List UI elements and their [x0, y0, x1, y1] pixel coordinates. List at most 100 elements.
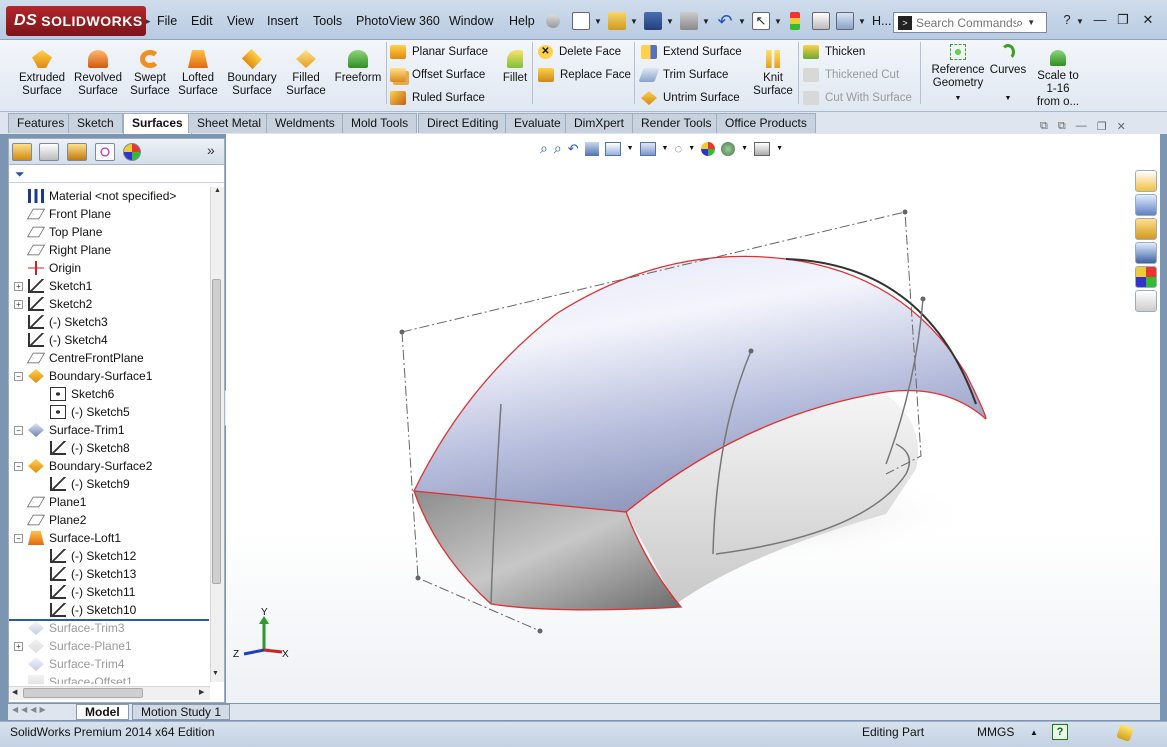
feature-tree-item[interactable]: Material <not specified>	[9, 187, 209, 205]
menu-insert[interactable]: Insert	[267, 14, 298, 28]
feature-tree-item[interactable]: (-) Sketch8	[9, 439, 209, 457]
minimize-window-icon[interactable]: —	[1090, 12, 1110, 30]
rebuild-traffic-light-icon[interactable]	[790, 12, 800, 30]
search-dropdown-icon[interactable]: ▼	[1027, 18, 1035, 27]
close-window-icon[interactable]: ✕	[1138, 12, 1158, 30]
view-palette-icon[interactable]	[1135, 242, 1157, 264]
new-document-icon[interactable]	[572, 12, 590, 30]
help-icon[interactable]: ?	[1057, 12, 1077, 30]
mouse-surface-model[interactable]	[399, 209, 987, 634]
feature-tree-item[interactable]: − Surface-Loft1	[9, 529, 209, 547]
lofted-surface-button[interactable]: Lofted Surface	[170, 50, 226, 98]
extruded-surface-button[interactable]: Extruded Surface	[14, 50, 70, 98]
print-dropdown-icon[interactable]: ▼	[702, 17, 710, 26]
delete-face-button[interactable]: ✕ Delete Face	[538, 43, 631, 61]
offset-surface-button[interactable]: Offset Surface	[390, 66, 488, 84]
feature-tree-item[interactable]: Sketch6	[9, 385, 209, 403]
feature-tree-item[interactable]: Front Plane	[9, 205, 209, 223]
feature-tree-item[interactable]: (-) Sketch9	[9, 475, 209, 493]
menu-file[interactable]: File	[157, 14, 177, 28]
select-dropdown-icon[interactable]: ▼	[774, 17, 782, 26]
options-icon[interactable]	[836, 12, 854, 30]
tree-expander-icon[interactable]: −	[14, 461, 23, 471]
tree-expander-icon[interactable]: −	[14, 425, 23, 435]
feature-tree-item[interactable]: (-) Sketch13	[9, 565, 209, 583]
filled-surface-button[interactable]: Filled Surface	[278, 50, 334, 98]
untrim-surface-button[interactable]: Untrim Surface	[641, 89, 742, 107]
feature-tree-item[interactable]: + Surface-Plane1	[9, 637, 209, 655]
feature-tree-item[interactable]: Surface-Trim3	[9, 619, 209, 637]
tab-scroll-arrows-icon[interactable]: ◀◀◀▶	[12, 705, 49, 714]
tree-expander-icon[interactable]: −	[14, 371, 23, 381]
save-dropdown-icon[interactable]: ▼	[666, 17, 674, 26]
planar-surface-button[interactable]: Planar Surface	[390, 43, 488, 61]
scroll-left-icon[interactable]: ◀	[12, 688, 17, 696]
trim-surface-button[interactable]: Trim Surface	[638, 66, 742, 84]
property-manager-tab-icon[interactable]	[39, 143, 59, 161]
reference-geometry-button[interactable]: Reference Geometry ▼	[928, 44, 988, 105]
restore-window-icon[interactable]: ❐	[1113, 12, 1133, 30]
rollback-bar[interactable]	[9, 619, 209, 621]
feature-tree-item[interactable]: − Surface-Trim1	[9, 421, 209, 439]
open-folder-icon[interactable]	[608, 12, 626, 30]
curves-dropdown-icon[interactable]: ▼	[986, 92, 1030, 105]
viewport-option-1-icon[interactable]: ⧉	[1040, 120, 1048, 133]
scroll-right-icon[interactable]: ▶	[199, 688, 204, 696]
thickened-cut-button[interactable]: Thickened Cut	[803, 66, 912, 84]
logo-arrow-icon[interactable]: ▸	[146, 6, 154, 36]
scroll-up-icon[interactable]: ▲	[211, 187, 224, 194]
tab-features[interactable]: Features	[8, 113, 74, 133]
filter-icon[interactable]: ⏷	[15, 167, 25, 182]
freeform-button[interactable]: Freeform	[330, 50, 386, 85]
display-manager-tab-icon[interactable]	[123, 143, 141, 161]
fillet-button[interactable]: Fillet	[498, 50, 532, 85]
tree-filter-bar[interactable]: ⏷	[9, 166, 224, 183]
tab-render-tools[interactable]: Render Tools	[632, 113, 721, 133]
custom-properties-icon[interactable]	[1135, 290, 1157, 312]
tree-scroll-thumb[interactable]	[212, 279, 221, 584]
new-dropdown-icon[interactable]: ▼	[594, 17, 602, 26]
feature-tree-item[interactable]: + Sketch2	[9, 295, 209, 313]
menu-window[interactable]: Window	[449, 14, 493, 28]
tab-sketch[interactable]: Sketch	[68, 113, 123, 133]
scale-macro-button[interactable]: Scale to 1-16 from o...	[1030, 50, 1086, 109]
feature-tree-item[interactable]: Right Plane	[9, 241, 209, 259]
tab-surfaces[interactable]: Surfaces	[123, 113, 192, 134]
feature-tree-item[interactable]: (-) Sketch3	[9, 313, 209, 331]
revolved-surface-button[interactable]: Revolved Surface	[70, 50, 126, 98]
tree-expander-icon[interactable]: −	[14, 533, 23, 543]
save-icon[interactable]	[644, 12, 662, 30]
boundary-surface-button[interactable]: Boundary Surface	[224, 48, 280, 98]
tree-hscroll-thumb[interactable]	[23, 688, 143, 698]
dimxpert-manager-tab-icon[interactable]	[95, 143, 115, 161]
tab-model[interactable]: Model	[76, 704, 129, 720]
feature-tree-item[interactable]: Plane2	[9, 511, 209, 529]
tab-office-products[interactable]: Office Products	[716, 113, 816, 133]
tree-expander-icon[interactable]: +	[14, 281, 23, 291]
undo-dropdown-icon[interactable]: ▼	[738, 17, 746, 26]
ruled-surface-button[interactable]: Ruled Surface	[390, 89, 488, 107]
viewport-close-icon[interactable]: ✕	[1117, 120, 1126, 133]
search-icon[interactable]: ⌕	[1016, 15, 1023, 31]
home-icon[interactable]	[1135, 170, 1157, 192]
tree-expander-icon[interactable]: +	[14, 299, 23, 309]
menu-view[interactable]: View	[227, 14, 254, 28]
menu-edit[interactable]: Edit	[191, 14, 213, 28]
search-commands-box[interactable]: > ⌕ ▼	[893, 12, 1047, 33]
tab-dimxpert[interactable]: DimXpert	[565, 113, 634, 133]
tab-sheet-metal[interactable]: Sheet Metal	[188, 113, 271, 133]
feature-tree-item[interactable]: (-) Sketch11	[9, 583, 209, 601]
file-properties-icon[interactable]	[812, 12, 830, 30]
tab-weldments[interactable]: Weldments	[266, 113, 344, 133]
viewport-option-2-icon[interactable]: ⧉	[1058, 120, 1066, 133]
print-icon[interactable]	[680, 12, 698, 30]
viewport-minimize-icon[interactable]: —	[1076, 120, 1087, 133]
feature-tree-item[interactable]: + Sketch1	[9, 277, 209, 295]
tree-expander-icon[interactable]: +	[14, 641, 23, 651]
knit-surface-button[interactable]: Knit Surface	[748, 50, 798, 98]
graphics-area[interactable]: ⌕ ⌕ ↶ ▼ ▼ ◌ ▼ ▼ ▼ ⧉ ⧉ — ❐ ✕ Y X Z	[226, 120, 1160, 703]
file-explorer-icon[interactable]	[1135, 218, 1157, 240]
select-cursor-icon[interactable]: ↖	[752, 12, 770, 30]
feature-tree-item[interactable]: (-) Sketch5	[9, 403, 209, 421]
scroll-down-icon[interactable]: ▼	[212, 670, 219, 677]
